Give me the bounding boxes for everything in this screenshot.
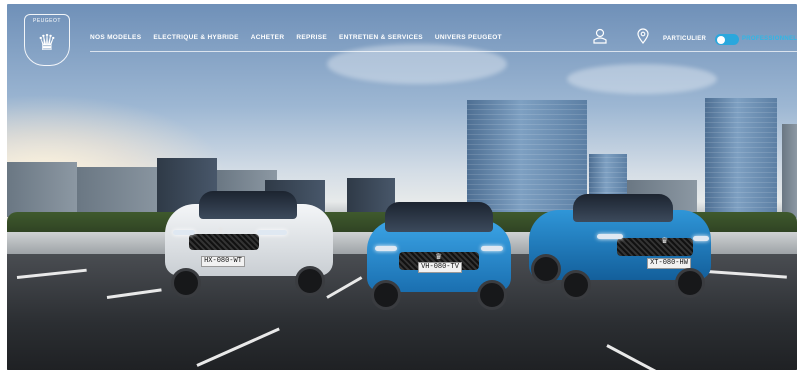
toggle-knob [717, 35, 725, 44]
nav-item-reprise[interactable]: REPRISE [296, 34, 327, 41]
nav-item-acheter[interactable]: ACHETER [251, 34, 285, 41]
car-blue-hatchback: ♛ VH-080-TV [363, 198, 515, 310]
lion-badge-icon: ♛ [661, 236, 669, 245]
headlight [257, 230, 287, 235]
cloud [327, 44, 507, 84]
license-plate: XT-080-HW [647, 258, 691, 269]
cloud [567, 64, 717, 94]
customer-type-toggle[interactable] [715, 34, 739, 45]
user-icon[interactable] [593, 28, 607, 49]
windshield [199, 191, 297, 219]
wheel [371, 280, 401, 310]
headlight [481, 246, 503, 251]
building [77, 167, 167, 217]
peugeot-logo[interactable]: PEUGEOT ♛ [24, 14, 70, 66]
wheel [561, 270, 591, 300]
wheel [477, 280, 507, 310]
windshield [385, 202, 493, 232]
grille [189, 234, 259, 250]
license-plate: VH-080-TV [418, 262, 462, 273]
headlight [597, 234, 623, 239]
car-blue-crossover: ♛ XT-080-HW [525, 190, 715, 302]
nav-item-univers-peugeot[interactable]: UNIVERS PEUGEOT [435, 34, 502, 41]
windshield [573, 194, 673, 222]
nav-item-electrique-hybride[interactable]: ELECTRIQUE & HYBRIDE [153, 34, 238, 41]
main-navigation: NOS MODELES ELECTRIQUE & HYBRIDE ACHETER… [90, 34, 502, 41]
wheel [295, 266, 325, 296]
car-white-suv: ♛ HX-080-WT [159, 186, 339, 301]
segment-particulier[interactable]: PARTICULIER [663, 36, 706, 42]
building [7, 162, 77, 217]
logo-text: PEUGEOT [33, 18, 61, 24]
headlight [693, 236, 709, 241]
wheel [531, 254, 561, 284]
hero-banner: ♛ HX-080-WT ♛ VH-080-TV ♛ XT-080-HW [7, 4, 797, 370]
building [782, 124, 797, 218]
headlight [173, 230, 195, 235]
lion-badge-icon: ♛ [435, 252, 443, 261]
headlight [375, 246, 397, 251]
grille [617, 238, 693, 256]
license-plate: HX-080-WT [201, 256, 245, 267]
lion-badge-icon: ♛ [217, 226, 225, 235]
nav-item-entretien-services[interactable]: ENTRETIEN & SERVICES [339, 34, 423, 41]
nav-divider [90, 51, 798, 52]
map-pin-icon[interactable] [637, 28, 649, 49]
wheel [675, 268, 705, 298]
nav-item-nos-modeles[interactable]: NOS MODELES [90, 34, 141, 41]
wheel [171, 268, 201, 298]
glass-tower [705, 98, 777, 218]
segment-professionnel[interactable]: PROFESSIONNEL [742, 36, 797, 42]
lion-logo-icon: ♛ [37, 30, 57, 55]
